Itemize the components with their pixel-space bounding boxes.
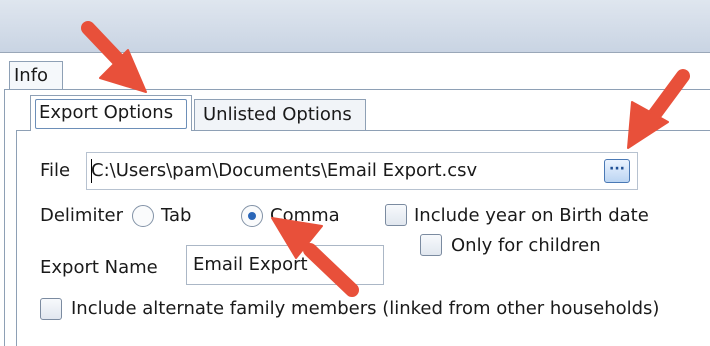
- delimiter-tab-radio[interactable]: [132, 205, 154, 227]
- delimiter-comma-label[interactable]: Comma: [270, 205, 340, 227]
- tab-unlisted-options-label: Unlisted Options: [203, 104, 352, 125]
- include-year-checkbox[interactable]: [385, 204, 407, 226]
- export-name-value: Email Export: [193, 254, 308, 275]
- include-alternate-label[interactable]: Include alternate family members (linked…: [71, 298, 659, 320]
- tab-unlisted-options[interactable]: Unlisted Options: [194, 99, 366, 131]
- delimiter-tab-label[interactable]: Tab: [161, 205, 191, 227]
- include-alternate-checkbox[interactable]: [40, 298, 62, 320]
- only-children-checkbox[interactable]: [420, 234, 442, 256]
- tab-focus-rectangle: [35, 99, 187, 129]
- delimiter-comma-radio[interactable]: [241, 205, 263, 227]
- tab-export-options[interactable]: Export Options: [30, 95, 192, 131]
- only-children-label[interactable]: Only for children: [451, 235, 601, 257]
- file-path-input[interactable]: C:\Users\pam\Documents\Email Export.csv: [86, 152, 638, 190]
- export-name-input[interactable]: Email Export: [186, 245, 384, 285]
- include-year-label[interactable]: Include year on Birth date: [414, 205, 649, 227]
- browse-file-button[interactable]: ···: [604, 159, 630, 183]
- title-bar: [0, 0, 710, 52]
- title-bar-divider: [0, 52, 710, 53]
- export-name-label: Export Name: [40, 257, 158, 278]
- tab-info[interactable]: Info: [9, 61, 63, 89]
- delimiter-label: Delimiter: [40, 205, 124, 226]
- file-label: File: [40, 160, 71, 181]
- file-path-value: C:\Users\pam\Documents\Email Export.csv: [91, 160, 478, 181]
